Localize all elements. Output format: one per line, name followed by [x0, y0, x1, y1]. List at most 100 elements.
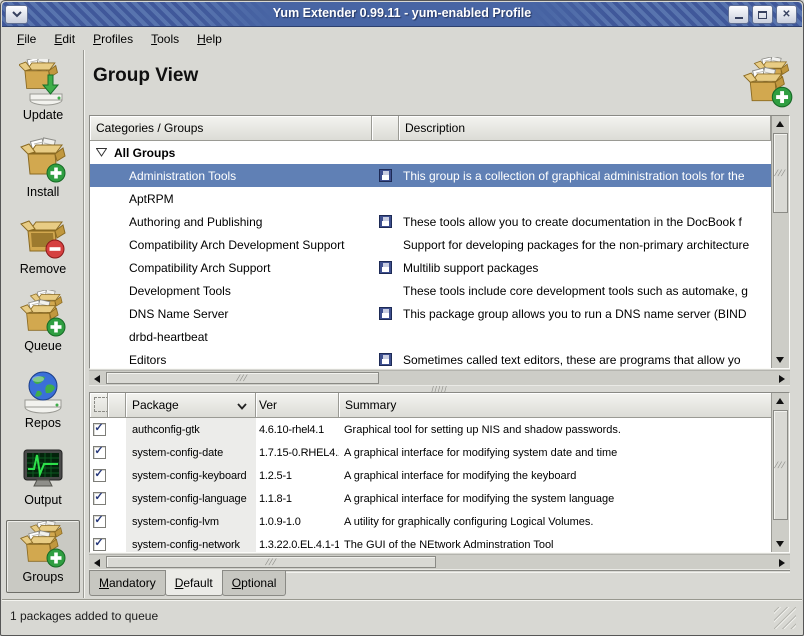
menubar: File Edit Profiles Tools Help [2, 27, 802, 50]
column-header-ver[interactable]: Ver [256, 393, 339, 418]
package-row[interactable]: system-config-language 1.1.8-1 A graphic… [90, 487, 789, 510]
group-row-all-groups[interactable]: All Groups [90, 141, 789, 164]
package-version: 1.2.5-1 [256, 464, 339, 487]
menu-file[interactable]: File [8, 29, 45, 49]
package-summary: A graphical interface for modifying the … [339, 487, 773, 510]
package-checkbox[interactable] [93, 492, 106, 505]
group-description: These tools include core development too… [399, 279, 771, 302]
scroll-left-button[interactable] [89, 371, 105, 387]
scroll-up-button[interactable] [772, 116, 788, 132]
package-summary: A graphical interface for modifying the … [339, 464, 773, 487]
column-header-summary[interactable]: Summary [339, 393, 773, 418]
group-row-aptrpm[interactable]: AptRPM [90, 187, 789, 210]
group-row-editors[interactable]: Editors Sometimes called text editors, t… [90, 348, 789, 369]
package-table: Package Ver Summary authconfig-gtk 4.6.1… [89, 392, 790, 553]
close-button[interactable]: ✕ [776, 5, 797, 24]
arrow-left-icon [94, 375, 100, 383]
group-label: Authoring and Publishing [129, 215, 262, 229]
package-checkbox[interactable] [93, 446, 106, 459]
expander-open-icon[interactable] [96, 146, 107, 160]
scroll-up-button[interactable] [772, 393, 788, 409]
scrollbar-thumb[interactable]: /// [773, 133, 788, 213]
group-row-compat-arch-dev-support[interactable]: Compatibility Arch Development Support S… [90, 233, 789, 256]
group-row-drbd-heartbeat[interactable]: drbd-heartbeat [90, 325, 789, 348]
package-version: 1.1.8-1 [256, 487, 339, 510]
menu-profiles[interactable]: Profiles [84, 29, 142, 49]
sidebar-item-queue[interactable]: Queue [6, 289, 80, 362]
sidebar-item-update[interactable]: Update [6, 58, 80, 131]
sidebar-item-output[interactable]: Output [6, 443, 80, 516]
menu-edit[interactable]: Edit [45, 29, 84, 49]
sidebar-item-label: Install [27, 185, 60, 199]
group-table-vertical-scrollbar[interactable]: /// [771, 116, 789, 368]
package-version: 1.3.22.0.EL.4.1-1 [256, 533, 339, 553]
column-label: Package [132, 398, 179, 412]
arrow-down-icon [776, 541, 784, 547]
arrow-right-icon [779, 375, 785, 383]
group-row-development-tools[interactable]: Development Tools These tools include co… [90, 279, 789, 302]
scroll-down-button[interactable] [772, 536, 788, 552]
group-label: Editors [129, 353, 166, 367]
package-checkbox[interactable] [93, 423, 106, 436]
sidebar-item-remove[interactable]: Remove [6, 212, 80, 285]
package-name: authconfig-gtk [126, 418, 256, 441]
column-header-group-icon[interactable] [372, 116, 399, 141]
sort-descending-icon [237, 399, 247, 413]
package-row[interactable]: system-config-lvm 1.0.9-1.0 A utility fo… [90, 510, 789, 533]
group-label: AptRPM [129, 192, 174, 206]
group-description: This package group allows you to run a D… [399, 302, 771, 325]
group-description: Support for developing packages for the … [399, 233, 771, 256]
group-row-compat-arch-support[interactable]: Compatibility Arch Support Multilib supp… [90, 256, 789, 279]
group-row-authoring-and-publishing[interactable]: Authoring and Publishing These tools all… [90, 210, 789, 233]
sidebar-item-groups[interactable]: Groups [6, 520, 80, 593]
column-header-select[interactable] [90, 393, 108, 418]
group-description: Multilib support packages [399, 256, 771, 279]
group-row-dns-name-server[interactable]: DNS Name Server This package group allow… [90, 302, 789, 325]
package-checkbox[interactable] [93, 469, 106, 482]
scrollbar-thumb[interactable]: /// [773, 410, 788, 520]
group-table: Categories / Groups Description All Grou… [89, 115, 790, 369]
package-row[interactable]: system-config-network 1.3.22.0.EL.4.1-1 … [90, 533, 789, 553]
package-row[interactable]: authconfig-gtk 4.6.10-rhel4.1 Graphical … [90, 418, 789, 441]
sidebar-item-install[interactable]: Install [6, 135, 80, 208]
package-row[interactable]: system-config-date 1.7.15-0.RHEL4.1 A gr… [90, 441, 789, 464]
minimize-button[interactable] [728, 5, 749, 24]
installed-group-icon [379, 307, 392, 320]
group-description [399, 325, 771, 348]
column-header-package-icon[interactable] [108, 393, 126, 418]
resize-grip[interactable] [774, 607, 796, 629]
scroll-right-button[interactable] [774, 555, 790, 571]
titlebar[interactable]: Yum Extender 0.99.11 - yum-enabled Profi… [2, 2, 802, 27]
tab-mandatory[interactable]: Mandatory [89, 571, 166, 596]
scroll-left-button[interactable] [89, 555, 105, 571]
sidebar-item-repos[interactable]: Repos [6, 366, 80, 439]
package-row[interactable]: system-config-keyboard 1.2.5-1 A graphic… [90, 464, 789, 487]
column-header-package[interactable]: Package [126, 393, 256, 418]
scrollbar-thumb[interactable]: /// [106, 556, 436, 568]
scrollbar-thumb[interactable]: /// [106, 372, 379, 384]
package-table-horizontal-scrollbar[interactable]: /// [89, 554, 790, 570]
output-icon [19, 444, 67, 492]
column-header-categories-groups[interactable]: Categories / Groups [90, 116, 372, 141]
menu-tools[interactable]: Tools [142, 29, 188, 49]
column-header-description[interactable]: Description [399, 116, 771, 141]
groups-icon [19, 521, 67, 569]
group-label: All Groups [114, 146, 175, 160]
group-description [399, 141, 771, 164]
package-checkbox[interactable] [93, 515, 106, 528]
package-table-vertical-scrollbar[interactable]: /// [771, 393, 789, 552]
menu-help[interactable]: Help [188, 29, 231, 49]
scroll-right-button[interactable] [774, 371, 790, 387]
close-icon: ✕ [782, 9, 790, 20]
sidebar-item-label: Queue [24, 339, 62, 353]
package-checkbox[interactable] [93, 538, 106, 551]
scroll-down-button[interactable] [772, 352, 788, 368]
maximize-button[interactable] [752, 5, 773, 24]
tab-default[interactable]: Default [165, 570, 223, 596]
package-name: system-config-keyboard [126, 464, 256, 487]
group-label: Development Tools [129, 284, 231, 298]
tab-optional[interactable]: Optional [222, 571, 287, 596]
installed-group-icon [379, 353, 392, 366]
group-row-administration-tools[interactable]: Administration Tools This group is a col… [90, 164, 789, 187]
installed-group-icon [379, 261, 392, 274]
